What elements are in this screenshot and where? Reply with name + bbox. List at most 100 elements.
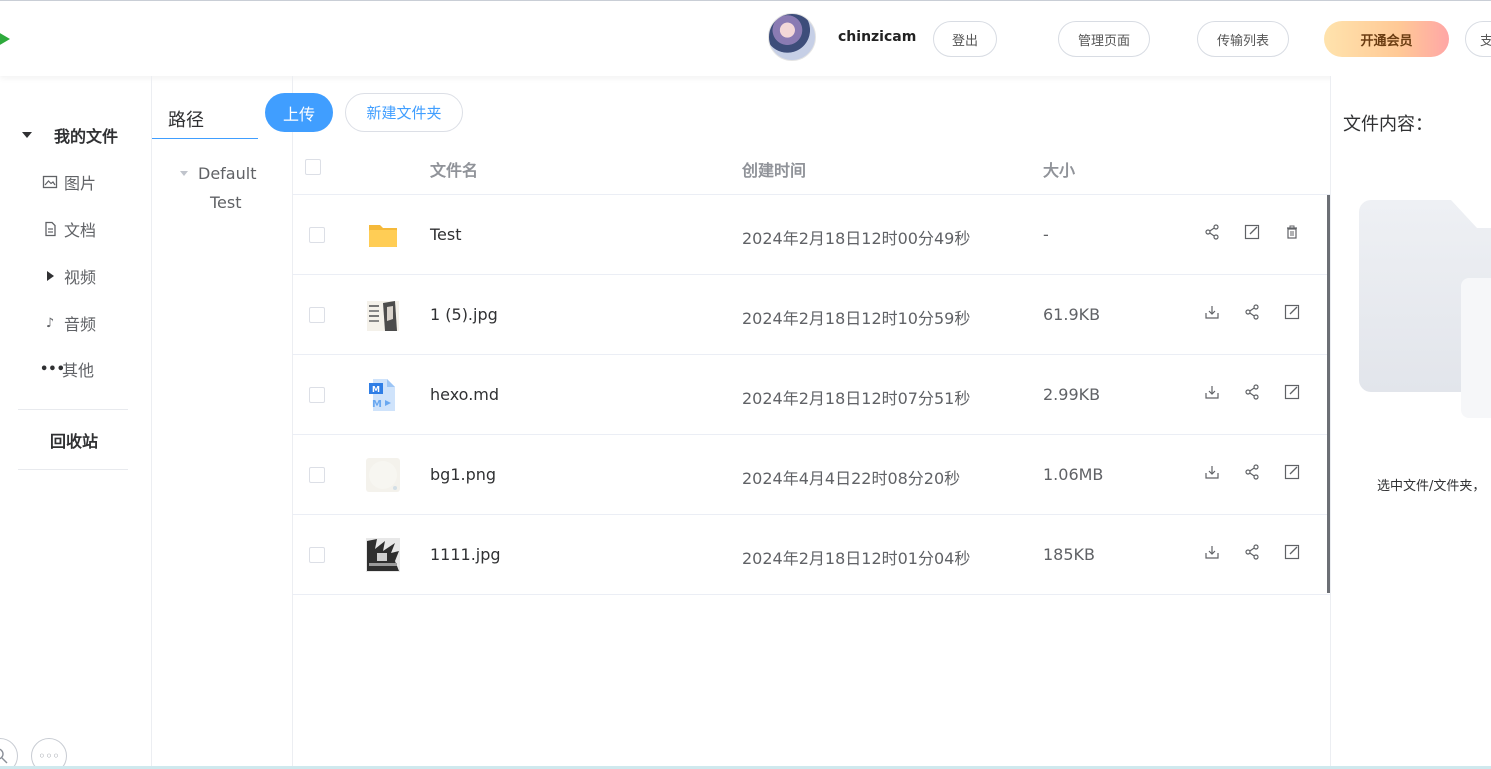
sidebar-item-label: 图片 — [64, 174, 97, 193]
download-icon[interactable] — [1201, 461, 1223, 483]
admin-page-button[interactable]: 管理页面 — [1058, 21, 1150, 57]
username: chinzicam — [838, 29, 917, 45]
row-checkbox[interactable] — [309, 387, 325, 403]
row-checkbox[interactable] — [309, 467, 325, 483]
row-actions — [1201, 221, 1303, 243]
download-icon[interactable] — [1201, 301, 1223, 323]
sidebar-item-images[interactable]: 图片 — [42, 170, 96, 194]
table-row[interactable]: Test 2024年2月18日12时00分49秒 - — [293, 195, 1330, 275]
sidebar-item-label: 文档 — [64, 221, 97, 240]
row-checkbox[interactable] — [309, 227, 325, 243]
image-thumbnail — [366, 458, 400, 492]
file-size: - — [1043, 225, 1049, 244]
download-icon[interactable] — [1201, 541, 1223, 563]
path-tree-panel: 路径 Default Test — [152, 76, 293, 769]
preview-panel: 文件内容： 选中文件/文件夹， — [1330, 76, 1491, 769]
share-icon[interactable] — [1241, 541, 1263, 563]
table-row[interactable]: M M hexo.md 2024年2月18日12时07分51秒 2.99KB — [293, 355, 1330, 435]
table-row[interactable]: 1 (5).jpg 2024年2月18日12时10分59秒 61.9KB — [293, 275, 1330, 355]
logout-button[interactable]: 登出 — [933, 21, 997, 57]
file-size: 61.9KB — [1043, 305, 1101, 324]
image-thumbnail — [366, 538, 400, 572]
sidebar-item-video[interactable]: 视频 — [42, 264, 96, 288]
recycle-bin-link[interactable]: 回收站 — [50, 428, 98, 452]
preview-title: 文件内容： — [1343, 114, 1433, 135]
sidebar-divider — [18, 409, 128, 410]
sidebar-item-other[interactable]: ••• 其他 — [40, 357, 94, 381]
edit-icon[interactable] — [1281, 301, 1303, 323]
column-header-size[interactable]: 大小 — [1043, 157, 1075, 181]
file-created: 2024年2月18日12时00分49秒 — [742, 229, 971, 248]
play-icon — [47, 271, 54, 281]
file-size: 185KB — [1043, 545, 1096, 564]
row-checkbox[interactable] — [309, 547, 325, 563]
sidebar-item-label: 音频 — [64, 315, 97, 334]
image-thumbnail — [367, 301, 399, 331]
file-name[interactable]: Test — [430, 225, 462, 244]
file-name[interactable]: hexo.md — [430, 385, 499, 404]
edit-icon[interactable] — [1281, 381, 1303, 403]
file-created: 2024年2月18日12时07分51秒 — [742, 389, 971, 408]
document-icon — [45, 221, 56, 237]
row-actions — [1201, 301, 1303, 323]
preview-tip: 选中文件/文件夹， — [1377, 479, 1486, 494]
edit-icon[interactable] — [1281, 541, 1303, 563]
table-row[interactable]: bg1.png 2024年4月4日22时08分20秒 1.06MB — [293, 435, 1330, 515]
sidebar: 我的文件 图片 文档 视频 ♪ 音频 ••• 其他 回收站 ◦◦◦ — [0, 76, 152, 769]
tree-node-label: Default — [198, 164, 257, 183]
more-options-icon[interactable]: ◦◦◦ — [31, 738, 67, 769]
share-icon[interactable] — [1241, 381, 1263, 403]
sidebar-item-documents[interactable]: 文档 — [42, 217, 96, 241]
file-name[interactable]: bg1.png — [430, 465, 496, 484]
sidebar-item-label: 其他 — [62, 361, 95, 380]
download-icon[interactable] — [1201, 381, 1223, 403]
image-icon — [42, 175, 58, 189]
path-tab[interactable]: 路径 — [152, 94, 258, 139]
tree-node-default[interactable]: Default — [180, 164, 256, 183]
row-actions — [1201, 381, 1303, 403]
share-icon[interactable] — [1241, 301, 1263, 323]
column-header-created[interactable]: 创建时间 — [742, 157, 806, 181]
new-folder-button[interactable]: 新建文件夹 — [345, 93, 463, 132]
file-name[interactable]: 1111.jpg — [430, 545, 501, 564]
table-row[interactable]: 1111.jpg 2024年2月18日12时01分04秒 185KB — [293, 515, 1330, 595]
svg-text:M: M — [372, 399, 382, 410]
user-avatar[interactable] — [768, 13, 816, 61]
more-dots-icon: ••• — [40, 361, 65, 377]
file-name[interactable]: 1 (5).jpg — [430, 305, 498, 324]
file-table: 文件名 创建时间 大小 Test 2024年2月18日12时00分49秒 - 1… — [293, 141, 1330, 595]
header-extra-button[interactable]: 支 — [1465, 21, 1491, 57]
svg-text:M: M — [372, 385, 380, 394]
search-icon[interactable] — [0, 738, 18, 769]
file-created: 2024年2月18日12时10分59秒 — [742, 309, 971, 328]
top-header: chinzicam 登出 管理页面 传输列表 开通会员 支 — [0, 0, 1491, 76]
row-actions — [1201, 461, 1303, 483]
my-files-group[interactable]: 我的文件 — [22, 123, 118, 147]
edit-icon[interactable] — [1241, 221, 1263, 243]
my-files-label: 我的文件 — [54, 127, 119, 146]
file-created: 2024年4月4日22时08分20秒 — [742, 469, 961, 488]
app-root: chinzicam 登出 管理页面 传输列表 开通会员 支 我的文件 图片 文档 — [0, 0, 1491, 769]
empty-folder-illustration — [1359, 200, 1491, 418]
row-checkbox[interactable] — [309, 307, 325, 323]
share-icon[interactable] — [1201, 221, 1223, 243]
music-note-icon: ♪ — [45, 315, 55, 331]
logo-icon[interactable] — [0, 21, 16, 57]
delete-icon[interactable] — [1281, 221, 1303, 243]
column-header-name[interactable]: 文件名 — [430, 157, 478, 181]
row-actions — [1201, 541, 1303, 563]
tree-node-test[interactable]: Test — [210, 193, 242, 212]
sidebar-item-label: 视频 — [64, 268, 97, 287]
file-size: 1.06MB — [1043, 465, 1104, 484]
file-created: 2024年2月18日12时01分04秒 — [742, 549, 971, 568]
upload-button[interactable]: 上传 — [265, 93, 333, 132]
vip-button[interactable]: 开通会员 — [1324, 21, 1449, 57]
select-all-checkbox[interactable] — [305, 159, 321, 175]
transfer-list-button[interactable]: 传输列表 — [1197, 21, 1289, 57]
markdown-file-icon: M M — [369, 379, 395, 411]
edit-icon[interactable] — [1281, 461, 1303, 483]
sidebar-item-audio[interactable]: ♪ 音频 — [42, 311, 96, 335]
share-icon[interactable] — [1241, 461, 1263, 483]
file-size: 2.99KB — [1043, 385, 1101, 404]
caret-down-icon — [180, 171, 188, 176]
